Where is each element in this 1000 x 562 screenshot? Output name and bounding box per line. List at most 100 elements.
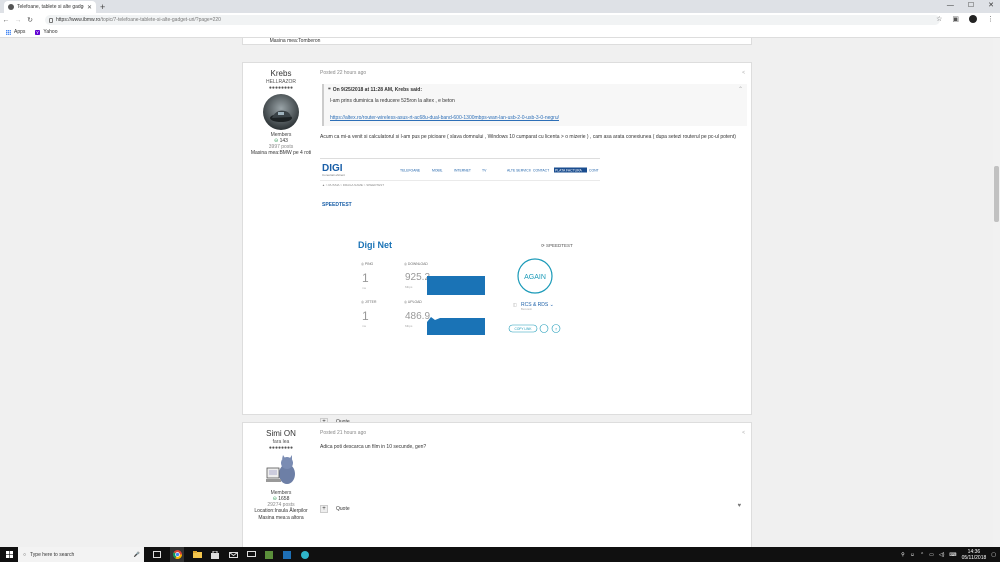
- jitter-value: 1: [362, 309, 369, 323]
- speedtest-section-title: SPEEDTEST: [322, 202, 352, 208]
- multiquote-plus-icon[interactable]: +: [320, 505, 328, 513]
- monitor-app-icon[interactable]: [246, 550, 256, 560]
- speedtest-screenshot: DIGI Conectati eficient TELEFOANE MOBIL IN…: [320, 158, 600, 393]
- back-icon[interactable]: ←: [0, 17, 12, 24]
- bookmark-apps-label: Apps: [14, 29, 26, 35]
- url-input[interactable]: https://www.ibmw.ro/topic/7-telefoane-ta…: [45, 15, 940, 25]
- forum-post: Krebs HELLRAZOR ●●●●●●●● Members ⊖ 143 3…: [242, 62, 752, 446]
- author-car: Masina mea:a altora: [258, 515, 304, 521]
- system-tray: ⚲ ☺ ⌃ ▭ ◁) ⌨ 14:36 05/11/2018 ▢: [901, 547, 996, 562]
- new-tab-button[interactable]: +: [100, 1, 105, 13]
- extension-icon[interactable]: ▣: [952, 15, 959, 23]
- search-icon: ○: [23, 551, 27, 558]
- twitter-icon[interactable]: [539, 324, 549, 333]
- post-timestamp[interactable]: Posted 21 hours ago: [320, 430, 366, 436]
- site-nav-item: MOBIL: [432, 169, 443, 173]
- download-unit: Mbps: [405, 285, 413, 289]
- windows-start-button[interactable]: [0, 547, 18, 562]
- site-nav-item: TELEFOANE: [400, 169, 421, 173]
- taskbar-search-input[interactable]: ○ Type here to search 🎤: [18, 547, 144, 562]
- rank-pips: ●●●●●●●●: [268, 445, 294, 451]
- site-nav-item: CONTACT: [533, 169, 549, 173]
- upload-unit: Mbps: [405, 324, 413, 328]
- yahoo-icon: Y: [35, 29, 41, 35]
- quote-label: Quote: [336, 506, 350, 512]
- copy-link-label: COPY LINK: [515, 327, 533, 331]
- quote-header-text: On 9/25/2018 at 11:28 AM, Krebs said:: [332, 87, 423, 93]
- jitter-label: ◎ JITTER: [361, 300, 377, 304]
- chrome-icon[interactable]: [170, 547, 184, 562]
- photoshop-icon[interactable]: [282, 550, 292, 560]
- avatar[interactable]: [263, 94, 299, 130]
- search-placeholder: Type here to search: [30, 551, 75, 558]
- site-nav-item: ALTE SERVICII: [507, 169, 531, 173]
- network-status-icon[interactable]: ⚲: [901, 552, 905, 558]
- language-icon[interactable]: ⌨: [949, 552, 956, 558]
- app-icon[interactable]: [300, 550, 310, 560]
- jitter-unit: ms: [362, 324, 366, 328]
- upload-value: 486.9: [405, 311, 430, 322]
- author-name[interactable]: Krebs: [243, 69, 319, 78]
- ping-unit: ms: [362, 286, 366, 290]
- quote-header: ❝ On 9/25/2018 at 11:28 AM, Krebs said:: [328, 87, 422, 93]
- site-favicon-icon: [8, 4, 14, 10]
- site-nav-item: TV: [482, 169, 487, 173]
- apps-grid-icon: [6, 29, 11, 35]
- share-icon[interactable]: <: [742, 70, 745, 76]
- reaction-icon[interactable]: ♥: [737, 503, 741, 509]
- volume-icon[interactable]: ◁): [939, 552, 945, 558]
- show-hidden-icons[interactable]: ⌃: [920, 552, 924, 558]
- rank-pips: ●●●●●●●●: [268, 85, 294, 91]
- close-tab-icon[interactable]: ✕: [87, 4, 92, 11]
- browser-tab[interactable]: Telefoane, tablete si alte gadget... ✕: [4, 1, 96, 13]
- microphone-icon[interactable]: 🎤: [134, 552, 140, 558]
- post-text: Acum ca mi-a venit si calculatorul si l-…: [320, 134, 736, 140]
- bookmark-yahoo[interactable]: Y Yahoo: [35, 29, 58, 35]
- avatar[interactable]: [263, 454, 299, 488]
- menu-icon[interactable]: ⋮: [987, 15, 994, 23]
- post-timestamp[interactable]: Posted 22 hours ago: [320, 70, 366, 76]
- profile-avatar[interactable]: [969, 15, 977, 23]
- quote-button[interactable]: + Quote: [320, 505, 350, 513]
- bookmark-apps[interactable]: Apps: [6, 29, 25, 35]
- close-window-icon[interactable]: ✕: [988, 0, 994, 12]
- forward-icon[interactable]: →: [12, 17, 24, 24]
- reload-icon[interactable]: ↻: [24, 16, 36, 24]
- minimize-icon[interactable]: —: [947, 0, 954, 12]
- bookmark-star-icon[interactable]: ☆: [936, 15, 942, 23]
- breadcrumb: ▲ > RUSSIA > DRAGA NAME > SPEEDTEST: [322, 183, 384, 187]
- share-icon[interactable]: <: [742, 430, 745, 436]
- quote-link[interactable]: https://altex.ro/router-wireless-asus-rt…: [330, 115, 559, 121]
- toolbar-right: ☆ ▣ ⋮: [936, 15, 994, 23]
- network-icon[interactable]: ▭: [929, 552, 934, 558]
- author-location: Location:Insula Ålerpilor: [254, 508, 308, 514]
- task-view-icon[interactable]: [152, 550, 162, 560]
- store-icon[interactable]: [210, 550, 220, 560]
- file-explorer-icon[interactable]: [192, 550, 202, 560]
- mail-icon[interactable]: [228, 550, 238, 560]
- page-scrollbar[interactable]: [993, 38, 1000, 547]
- post-text: Adica poti descarca un film in 10 secund…: [320, 444, 427, 450]
- quote-mark-icon: ❝: [328, 87, 331, 93]
- url-host: https://www.ibmw.ro: [56, 17, 101, 23]
- previous-post-tail: Masina mea:Tomberon: [242, 38, 752, 45]
- post-author-panel: Simi ON fara lea ●●●●●●●● Members ⊖ 1658…: [243, 423, 319, 522]
- collapse-quote-icon[interactable]: ⌃: [738, 86, 743, 93]
- people-icon[interactable]: ☺: [910, 552, 915, 558]
- download-label: ◎ DOWNLOAD: [404, 262, 428, 266]
- author-name[interactable]: Simi ON: [243, 429, 319, 438]
- isp-icon: ◫: [513, 302, 517, 307]
- app-icon[interactable]: [264, 550, 274, 560]
- again-label: AGAIN: [524, 274, 546, 281]
- tab-title: Telefoane, tablete si alte gadget...: [17, 4, 84, 10]
- clock-date: 05/11/2018: [961, 554, 987, 561]
- site-nav-item: INTERNET: [454, 169, 471, 173]
- site-nav-item: CONT: [589, 169, 599, 173]
- digi-net-brand: Digi Net: [358, 240, 392, 250]
- notifications-icon[interactable]: ▢: [991, 552, 996, 558]
- speedtest-label: ⟳ SPEEDTEST: [541, 243, 573, 248]
- taskbar-clock[interactable]: 14:36 05/11/2018: [962, 549, 987, 561]
- maximize-icon[interactable]: ☐: [968, 0, 974, 12]
- scrollbar-thumb[interactable]: [994, 166, 999, 222]
- url-path: /topic/7-telefoane-tablete-si-alte-gadge…: [100, 17, 221, 23]
